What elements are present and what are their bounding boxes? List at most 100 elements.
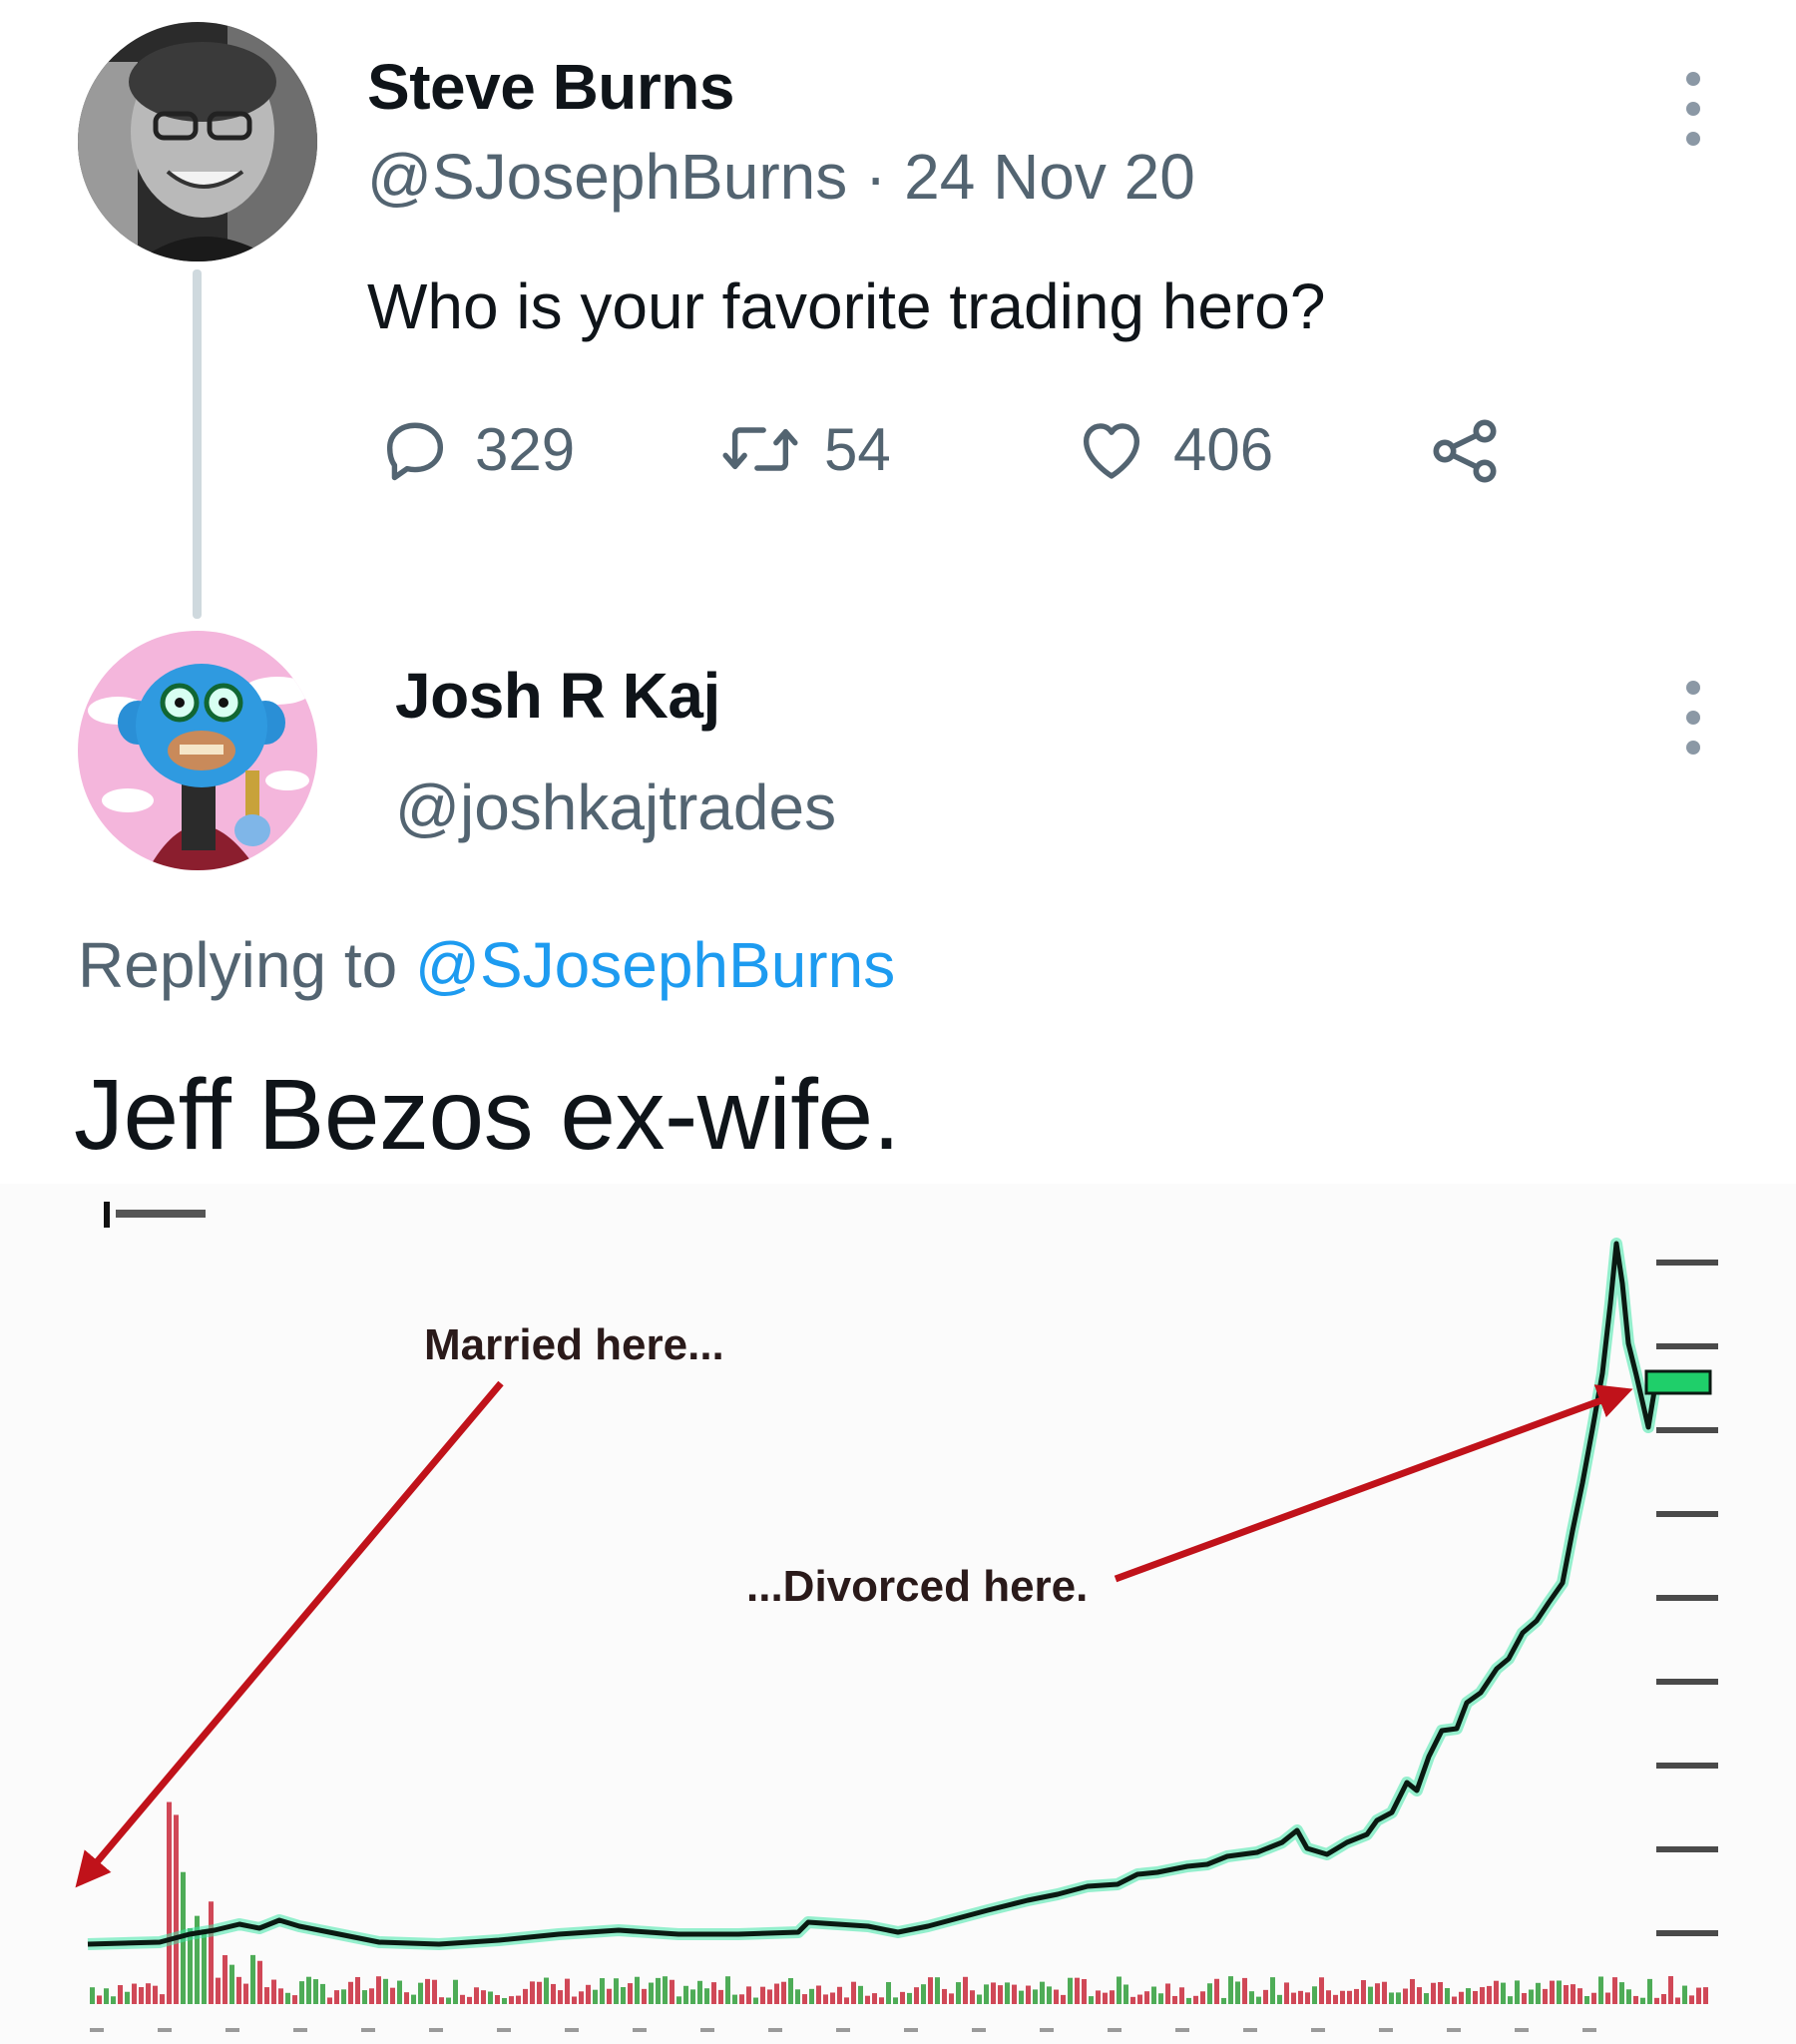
volume-bar xyxy=(718,1989,723,2004)
volume-bar xyxy=(355,1976,360,2004)
volume-bar xyxy=(432,1979,437,2004)
volume-bar xyxy=(90,1987,95,2004)
reply-author-name[interactable]: Josh R Kaj xyxy=(395,659,720,733)
reply-tweet-more-icon[interactable] xyxy=(1683,681,1703,770)
reply-author-handle[interactable]: @joshkajtrades xyxy=(395,770,836,844)
volume-bar xyxy=(579,1991,584,2004)
axis-tick-blur xyxy=(1656,1343,1718,1349)
volume-bar xyxy=(1326,1990,1331,2004)
volume-bar xyxy=(1508,1996,1513,2004)
legend-label-blur xyxy=(116,1210,206,1218)
volume-bar xyxy=(963,1976,968,2004)
legend-marker xyxy=(104,1202,110,1228)
volume-bar xyxy=(1529,1989,1534,2004)
volume-bar xyxy=(1228,1976,1233,2004)
original-tweet-more-icon[interactable] xyxy=(1683,72,1703,162)
retweet-action[interactable]: 54 xyxy=(718,411,891,487)
volume-bar xyxy=(1033,1989,1038,2004)
volume-bar xyxy=(530,1981,535,2004)
volume-bar xyxy=(146,1983,151,2004)
thread-connector-line xyxy=(193,269,202,619)
volume-bar xyxy=(467,1996,472,2004)
share-icon[interactable] xyxy=(1425,411,1505,496)
volume-bar xyxy=(1047,1986,1052,2004)
volume-bar xyxy=(1082,1978,1087,2004)
volume-bar xyxy=(488,1991,493,2004)
axis-tick-blur xyxy=(1243,2028,1257,2032)
axis-tick-blur xyxy=(1656,1260,1718,1266)
retweet-icon xyxy=(722,427,798,471)
volume-bar xyxy=(1137,1994,1142,2004)
volume-bar xyxy=(1186,1997,1191,2004)
volume-bar xyxy=(1696,1987,1701,2004)
volume-bar xyxy=(711,1982,716,2004)
volume-bar xyxy=(1459,1991,1464,2004)
volume-bar xyxy=(348,1981,353,2004)
volume-bar xyxy=(460,1994,465,2004)
volume-bar xyxy=(1256,1996,1261,2004)
tweet-date[interactable]: 24 Nov 20 xyxy=(904,141,1195,213)
steve-burns-avatar[interactable] xyxy=(78,22,317,261)
like-action[interactable]: 406 xyxy=(1072,411,1273,487)
volume-bar xyxy=(334,1990,339,2004)
original-author-name[interactable]: Steve Burns xyxy=(367,50,734,124)
axis-tick-blur xyxy=(972,2028,986,2032)
volume-bar xyxy=(670,1979,674,2004)
volume-bar xyxy=(1026,1985,1031,2004)
volume-bar xyxy=(1689,1995,1694,2004)
original-author-handle[interactable]: @SJosephBurns xyxy=(367,141,847,213)
volume-bar xyxy=(1298,1990,1303,2004)
volume-bar xyxy=(1522,1992,1527,2004)
attached-chart-image[interactable]: Married here... ...Divorced here. xyxy=(0,1184,1796,2044)
volume-bar xyxy=(1647,1978,1652,2004)
original-tweet-text: Who is your favorite trading hero? xyxy=(367,270,1326,342)
axis-tick-blur xyxy=(1311,2028,1325,2032)
axis-tick-blur xyxy=(293,2028,307,2032)
volume-bar xyxy=(984,1984,989,2004)
volume-bar xyxy=(893,1997,898,2004)
volume-bar xyxy=(313,1979,318,2004)
volume-bar xyxy=(1270,1977,1275,2004)
volume-bar xyxy=(1068,1977,1073,2004)
volume-bar xyxy=(1158,1993,1163,2004)
volume-bar xyxy=(516,1995,521,2004)
volume-bar xyxy=(425,1978,430,2004)
reply-action[interactable]: 329 xyxy=(377,411,575,487)
volume-bar xyxy=(1536,1982,1541,2004)
volume-bar xyxy=(1263,1989,1268,2004)
volume-bar xyxy=(1550,1980,1555,2004)
volume-bar xyxy=(991,1982,996,2004)
volume-bar xyxy=(1543,1988,1548,2004)
volume-bar xyxy=(390,1987,395,2004)
volume-bar xyxy=(781,1981,786,2004)
volume-bar xyxy=(1473,1990,1478,2004)
axis-tick-blur xyxy=(158,2028,172,2032)
volume-bar xyxy=(551,1983,556,2004)
volume-bar xyxy=(1110,1990,1115,2004)
bottom-axis-ticks xyxy=(90,2028,1596,2032)
volume-bar xyxy=(1564,1985,1569,2004)
volume-bar xyxy=(642,1988,647,2004)
volume-bar xyxy=(502,1997,507,2004)
volume-bar xyxy=(1640,1997,1645,2004)
replying-to-mention-link[interactable]: @SJosephBurns xyxy=(415,929,895,1001)
volume-bar xyxy=(223,1955,227,2004)
volume-bar xyxy=(1515,1980,1520,2004)
volume-bar xyxy=(649,1982,654,2004)
volume-bar xyxy=(167,1801,172,2004)
volume-bar xyxy=(621,1987,626,2004)
volume-bar xyxy=(97,1995,102,2004)
volume-bar xyxy=(572,1996,577,2004)
volume-bar xyxy=(544,1977,549,2004)
volume-bar xyxy=(1438,1981,1443,2004)
volume-bar xyxy=(683,1985,688,2004)
axis-tick-blur xyxy=(429,2028,443,2032)
josh-kaj-avatar[interactable] xyxy=(78,631,317,870)
volume-bar xyxy=(320,1983,325,2004)
volume-bar xyxy=(1096,1990,1101,2004)
volume-bar xyxy=(732,1994,737,2004)
volume-bar xyxy=(383,1978,388,2004)
volume-bar xyxy=(1347,1990,1352,2004)
volume-bar xyxy=(1501,1982,1506,2004)
volume-bar xyxy=(1354,1988,1359,2004)
